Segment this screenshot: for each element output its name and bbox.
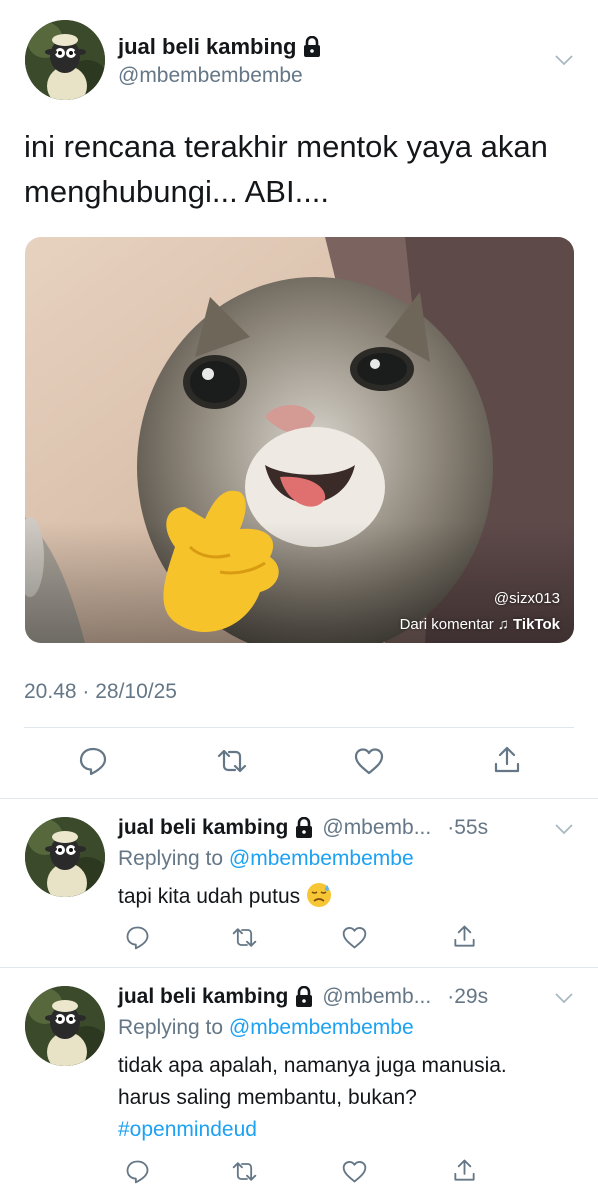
share-icon [452,1158,477,1183]
watermark-source: Dari komentar ♫ TikTok [400,616,560,633]
display-name[interactable]: jual beli kambing [118,816,288,840]
reply-text: tidak apa apalah, namanya juga manusia. … [118,1050,507,1146]
display-name[interactable]: jual beli kambing [118,985,288,1009]
hashtag-link[interactable]: #openmindeud [118,1114,507,1146]
retweet-button[interactable] [228,923,260,951]
display-name-row[interactable]: jual beli kambing @mbemb... ·55s [118,816,488,840]
reply-icon [125,925,150,950]
reply-text-line: tidak apa apalah, namanya juga manusia. [118,1054,507,1077]
user-handle[interactable]: @mbembembembe [118,64,303,88]
user-handle[interactable]: @mbemb... [322,985,431,1009]
divider [24,727,574,728]
chevron-down-icon[interactable] [553,818,575,840]
retweet-button[interactable] [213,745,251,777]
avatar[interactable] [25,20,105,100]
sheep-avatar-icon [25,986,105,1066]
share-button[interactable] [449,922,479,950]
display-name-row[interactable]: jual beli kambing [118,34,322,60]
avatar[interactable] [25,986,105,1066]
watermark-user: @sizx013 [493,590,560,607]
display-name-row[interactable]: jual beli kambing @mbemb... ·29s [118,985,488,1009]
retweet-icon [230,925,259,950]
sheep-avatar-icon [25,817,105,897]
reply-icon [125,1159,150,1184]
share-button[interactable] [449,1156,479,1184]
tweet-media-image[interactable]: @sizx013 Dari komentar ♫ TikTok [25,237,574,643]
chevron-down-icon[interactable] [553,49,575,71]
downcast-face-with-sweat-emoji [307,883,332,907]
tweet-text: ini rencana terakhir mentok yaya akan me… [24,124,584,214]
reply-time[interactable]: ·29s [447,985,488,1009]
reply-tweet[interactable]: jual beli kambing @mbemb... ·29s Replyin… [0,968,598,1200]
replying-mention[interactable]: @mbembembembe [229,847,414,870]
tiktok-icon: ♫ [497,616,510,633]
replying-to: Replying to @mbembembembe [118,1016,414,1040]
reply-text: tapi kita udah putus [118,881,332,913]
main-tweet: jual beli kambing @mbembembembe ini renc… [0,0,598,798]
replying-prefix: Replying to [118,1016,224,1039]
replying-to: Replying to @mbembembembe [118,847,414,871]
reply-text-line: harus saling membantu, bukan? [118,1086,417,1109]
like-icon [353,746,385,776]
like-icon [341,1159,368,1184]
reply-text-content: tapi kita udah putus [118,885,301,908]
cat-photo [25,237,574,643]
replying-prefix: Replying to [118,847,224,870]
like-icon [341,925,368,950]
lock-icon [302,36,322,58]
replying-mention[interactable]: @mbembembembe [229,1016,414,1039]
tweet-timestamp[interactable]: 20.48 · 28/10/25 [24,680,177,704]
reply-time[interactable]: ·55s [447,816,488,840]
reply-icon [78,746,108,776]
user-handle[interactable]: @mbemb... [322,816,431,840]
lock-icon [294,817,314,839]
share-icon [452,924,477,949]
share-button[interactable] [490,744,524,776]
share-icon [492,745,522,775]
reply-button[interactable] [122,1157,152,1185]
retweet-button[interactable] [228,1157,260,1185]
display-name[interactable]: jual beli kambing [118,34,296,60]
tweet-text-line: menghubungi... ABI.... [24,174,330,209]
sheep-avatar-icon [25,20,105,100]
retweet-icon [215,746,249,776]
like-button[interactable] [351,745,387,777]
reply-button[interactable] [122,923,152,951]
avatar[interactable] [25,817,105,897]
retweet-icon [230,1159,259,1184]
tweet-text-line: ini rencana terakhir mentok yaya akan [24,129,548,164]
chevron-down-icon[interactable] [553,987,575,1009]
reply-button[interactable] [76,745,110,777]
like-button[interactable] [338,923,370,951]
like-button[interactable] [338,1157,370,1185]
reply-tweet[interactable]: jual beli kambing @mbemb... ·55s Replyin… [0,799,598,967]
watermark-source-text: Dari komentar [399,616,494,633]
lock-icon [294,986,314,1008]
watermark-brand: TikTok [513,616,560,633]
